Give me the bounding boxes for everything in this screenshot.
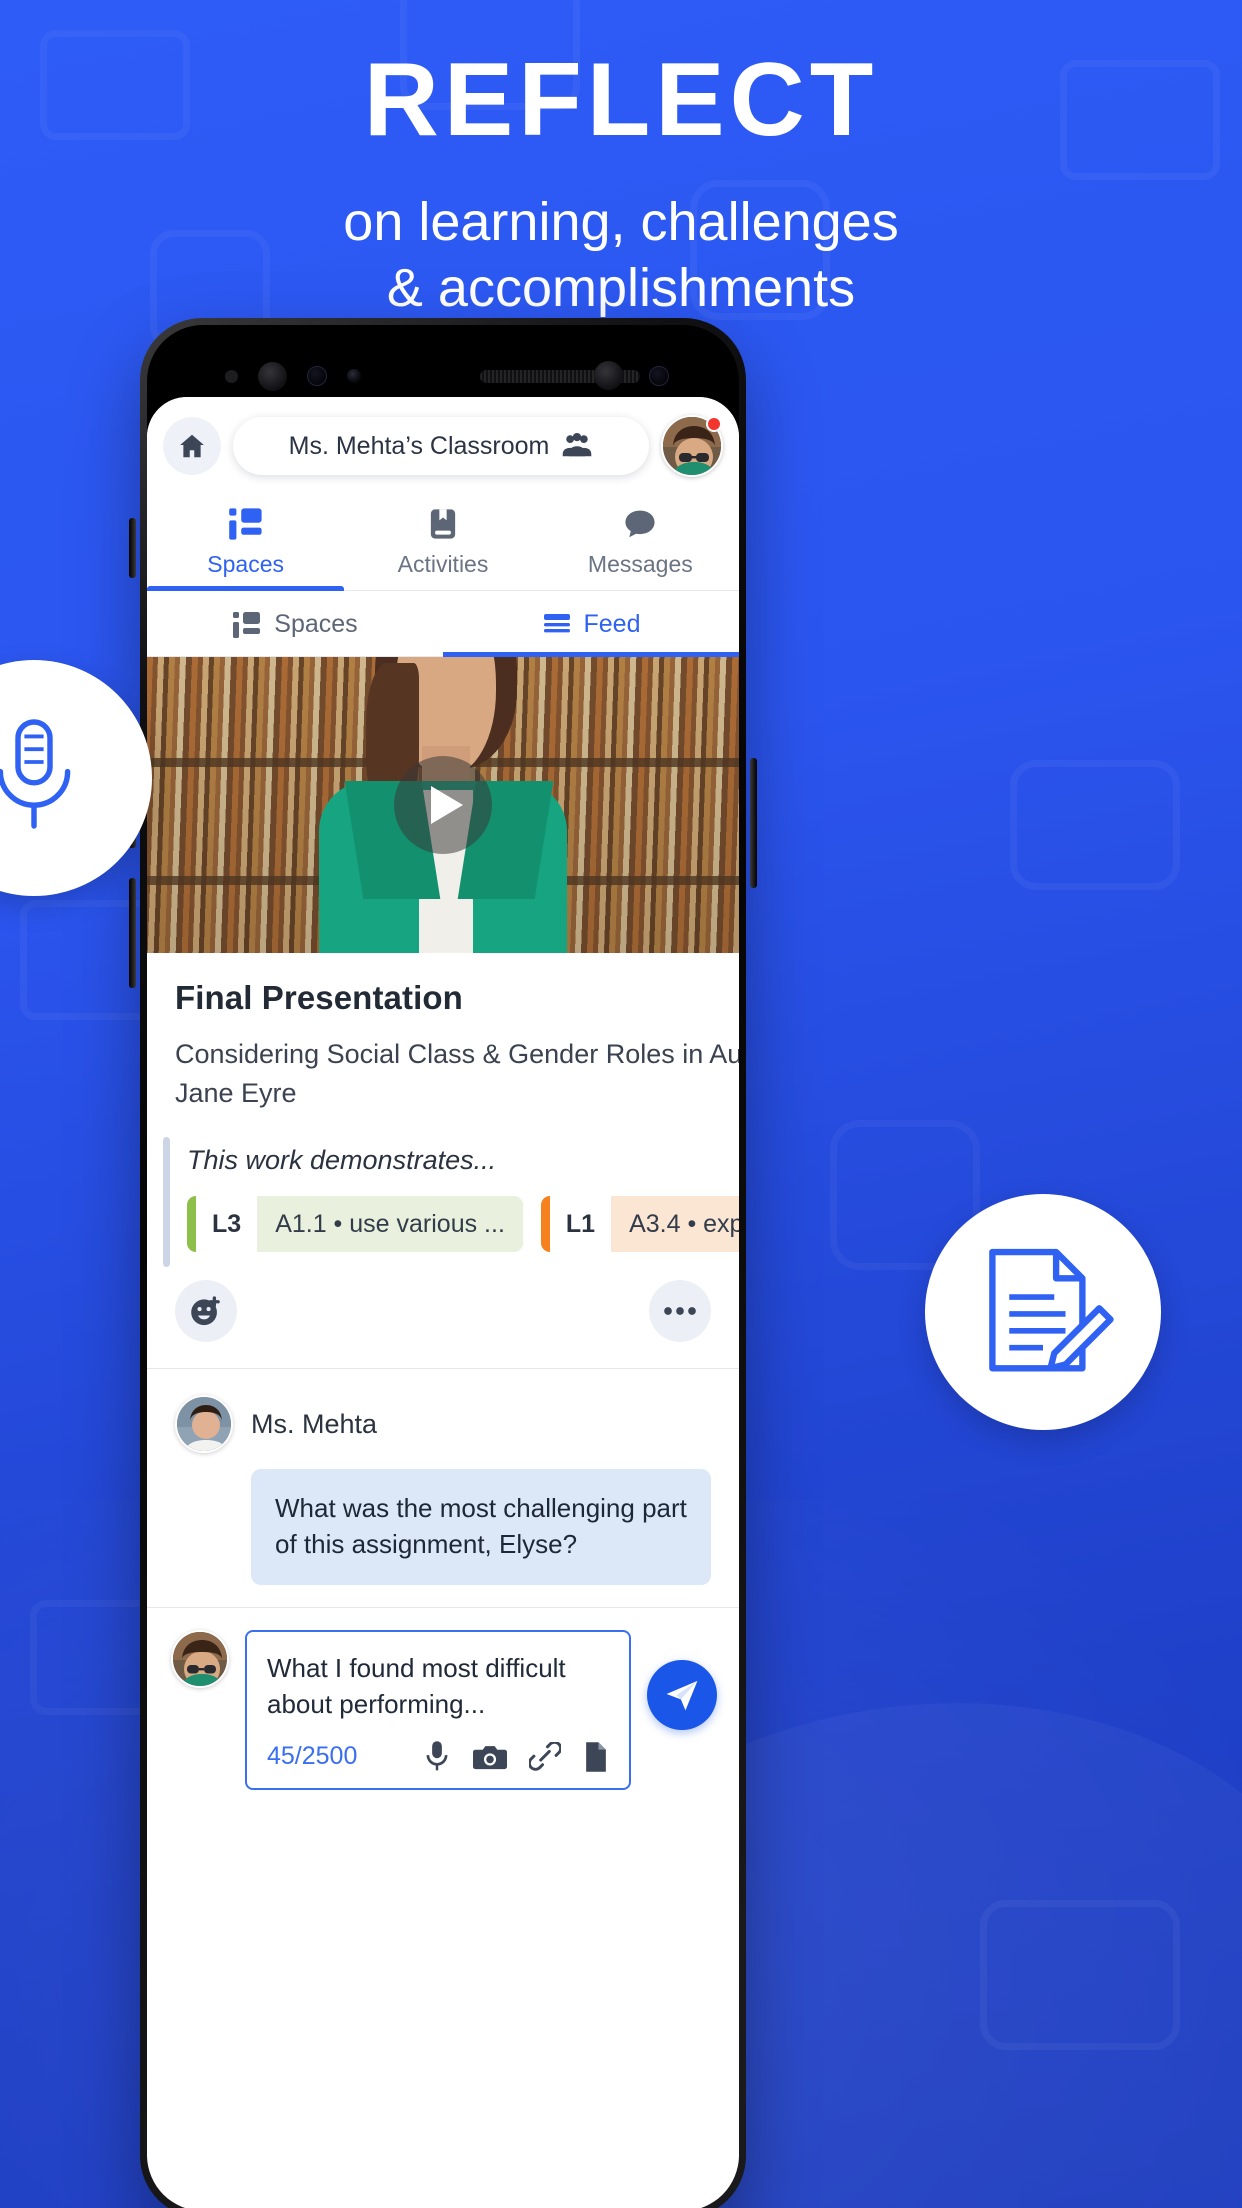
more-options-button[interactable] [649,1280,711,1343]
phone-power-button [750,758,757,888]
comment-input[interactable]: What I found most difficult about perfor… [245,1629,631,1790]
tag-level: L3 [196,1196,258,1253]
people-group-icon [563,432,592,457]
tag-text: A1.1 • use various ... [275,1209,505,1238]
standards-tag-list: L3 A1.1 • use various ... L1 A3.4 • expl… [187,1196,739,1253]
background-shape [1010,760,1180,890]
post-video[interactable] [147,657,739,953]
play-icon [431,786,463,824]
spaces-list-icon [233,611,261,638]
phone-volume-down-button [129,878,136,988]
camera-lens-icon [649,365,669,386]
hero-subhead: on learning, challenges & accomplishment… [0,190,1242,322]
tag-accent-bar [540,1196,550,1253]
feed-lines-icon [543,613,570,632]
front-camera-icon [307,366,327,386]
book-bookmark-icon [344,505,541,543]
sensor-dot-icon [347,369,361,383]
tab-activities-label: Activities [397,551,489,577]
composer-attachment-icons [423,1740,609,1774]
play-button[interactable] [394,756,492,854]
camera-icon[interactable] [473,1742,507,1772]
send-button[interactable] [647,1659,717,1730]
add-reaction-icon [191,1296,220,1326]
comment-item: Ms. Mehta What was the most challenging … [147,1369,739,1607]
post-action-row [147,1252,739,1369]
send-paper-plane-icon [666,1680,698,1711]
main-tab-bar: Spaces Activities Messages [147,491,739,591]
sub-tab-bar: Spaces Feed [147,591,739,657]
comment-composer: What I found most difficult about perfor… [147,1607,739,1790]
floating-badge-microphone [0,660,152,896]
comment-header: Ms. Mehta [175,1395,711,1454]
phone-sensor-array [147,359,739,393]
document-pencil-badge-icon [989,1248,1114,1372]
post-description-line-2: Jane Eyre [175,1078,297,1109]
floating-badge-document [925,1194,1161,1430]
home-button[interactable] [163,417,221,475]
spaces-grid-icon [147,505,344,543]
composer-footer: 45/2500 [267,1740,609,1774]
camera-lens-icon [594,361,623,390]
comment-author: Ms. Mehta [251,1408,378,1439]
link-icon[interactable] [529,1741,561,1772]
comment-input-value: What I found most difficult about perfor… [267,1652,566,1720]
classroom-selector[interactable]: Ms. Mehta’s Classroom [233,417,649,475]
subtab-feed-label: Feed [583,610,641,638]
hero-subhead-line-1: on learning, challenges [343,192,899,253]
app-header: Ms. Mehta’s Classroom [147,397,739,491]
composer-avatar[interactable] [171,1629,229,1688]
sensor-dot-icon [225,369,238,383]
standard-tag[interactable]: L3 A1.1 • use various ... [187,1196,523,1253]
post-body: Final Presentation Considering Social Cl… [147,953,739,1268]
notification-badge [706,416,722,432]
tab-activities[interactable]: Activities [344,491,541,590]
proximity-sensor-icon [258,361,287,391]
home-icon [180,434,204,458]
more-options-icon [664,1307,696,1316]
hero-text-block: REFLECT on learning, challenges & accomp… [0,44,1242,322]
quote-bar [163,1137,170,1268]
phone-screen-bezel: Ms. Mehta’s Classroom Spaces Activities … [147,325,739,2208]
classroom-title: Ms. Mehta’s Classroom [288,431,550,460]
standard-tag[interactable]: L1 A3.4 • explain ho... [540,1196,739,1253]
subtab-feed[interactable]: Feed [443,591,739,657]
tab-messages-label: Messages [587,551,693,577]
comment-bubble: What was the most challenging part of th… [251,1469,711,1585]
character-counter: 45/2500 [267,1742,358,1771]
phone-button [129,518,136,578]
promo-screenshot: REFLECT on learning, challenges & accomp… [0,0,1242,2208]
chat-bubble-icon [542,505,739,543]
tab-spaces[interactable]: Spaces [147,491,345,591]
tag-level: L1 [549,1196,612,1253]
tab-messages[interactable]: Messages [542,491,739,590]
phone-mockup: Ms. Mehta’s Classroom Spaces Activities … [129,318,757,2208]
demonstrates-section: This work demonstrates... L3 A1.1 • use … [163,1137,739,1268]
microphone-icon[interactable] [423,1740,451,1774]
microphone-badge-icon [0,719,71,829]
hero-subhead-line-2: & accomplishments [386,258,856,319]
post-description-line-1: Considering Social Class & Gender Roles … [175,1039,739,1069]
user-avatar-wrap[interactable] [661,415,723,477]
comment-avatar[interactable] [175,1395,233,1454]
document-icon[interactable] [583,1741,609,1773]
tab-spaces-label: Spaces [207,551,285,577]
app-screen: Ms. Mehta’s Classroom Spaces Activities … [147,397,739,2208]
add-reaction-button[interactable] [175,1280,237,1343]
subtab-spaces-label: Spaces [274,610,358,638]
tag-text: A3.4 • explain ho... [629,1209,739,1238]
hero-headline: REFLECT [363,42,879,158]
subtab-spaces[interactable]: Spaces [147,591,443,656]
teacher-avatar-image [177,1397,231,1452]
student-avatar-image [173,1631,227,1686]
rear-sensor-group [594,361,669,390]
demonstrates-label: This work demonstrates... [187,1145,497,1176]
post-title: Final Presentation [175,979,463,1016]
tag-accent-bar [187,1196,196,1253]
